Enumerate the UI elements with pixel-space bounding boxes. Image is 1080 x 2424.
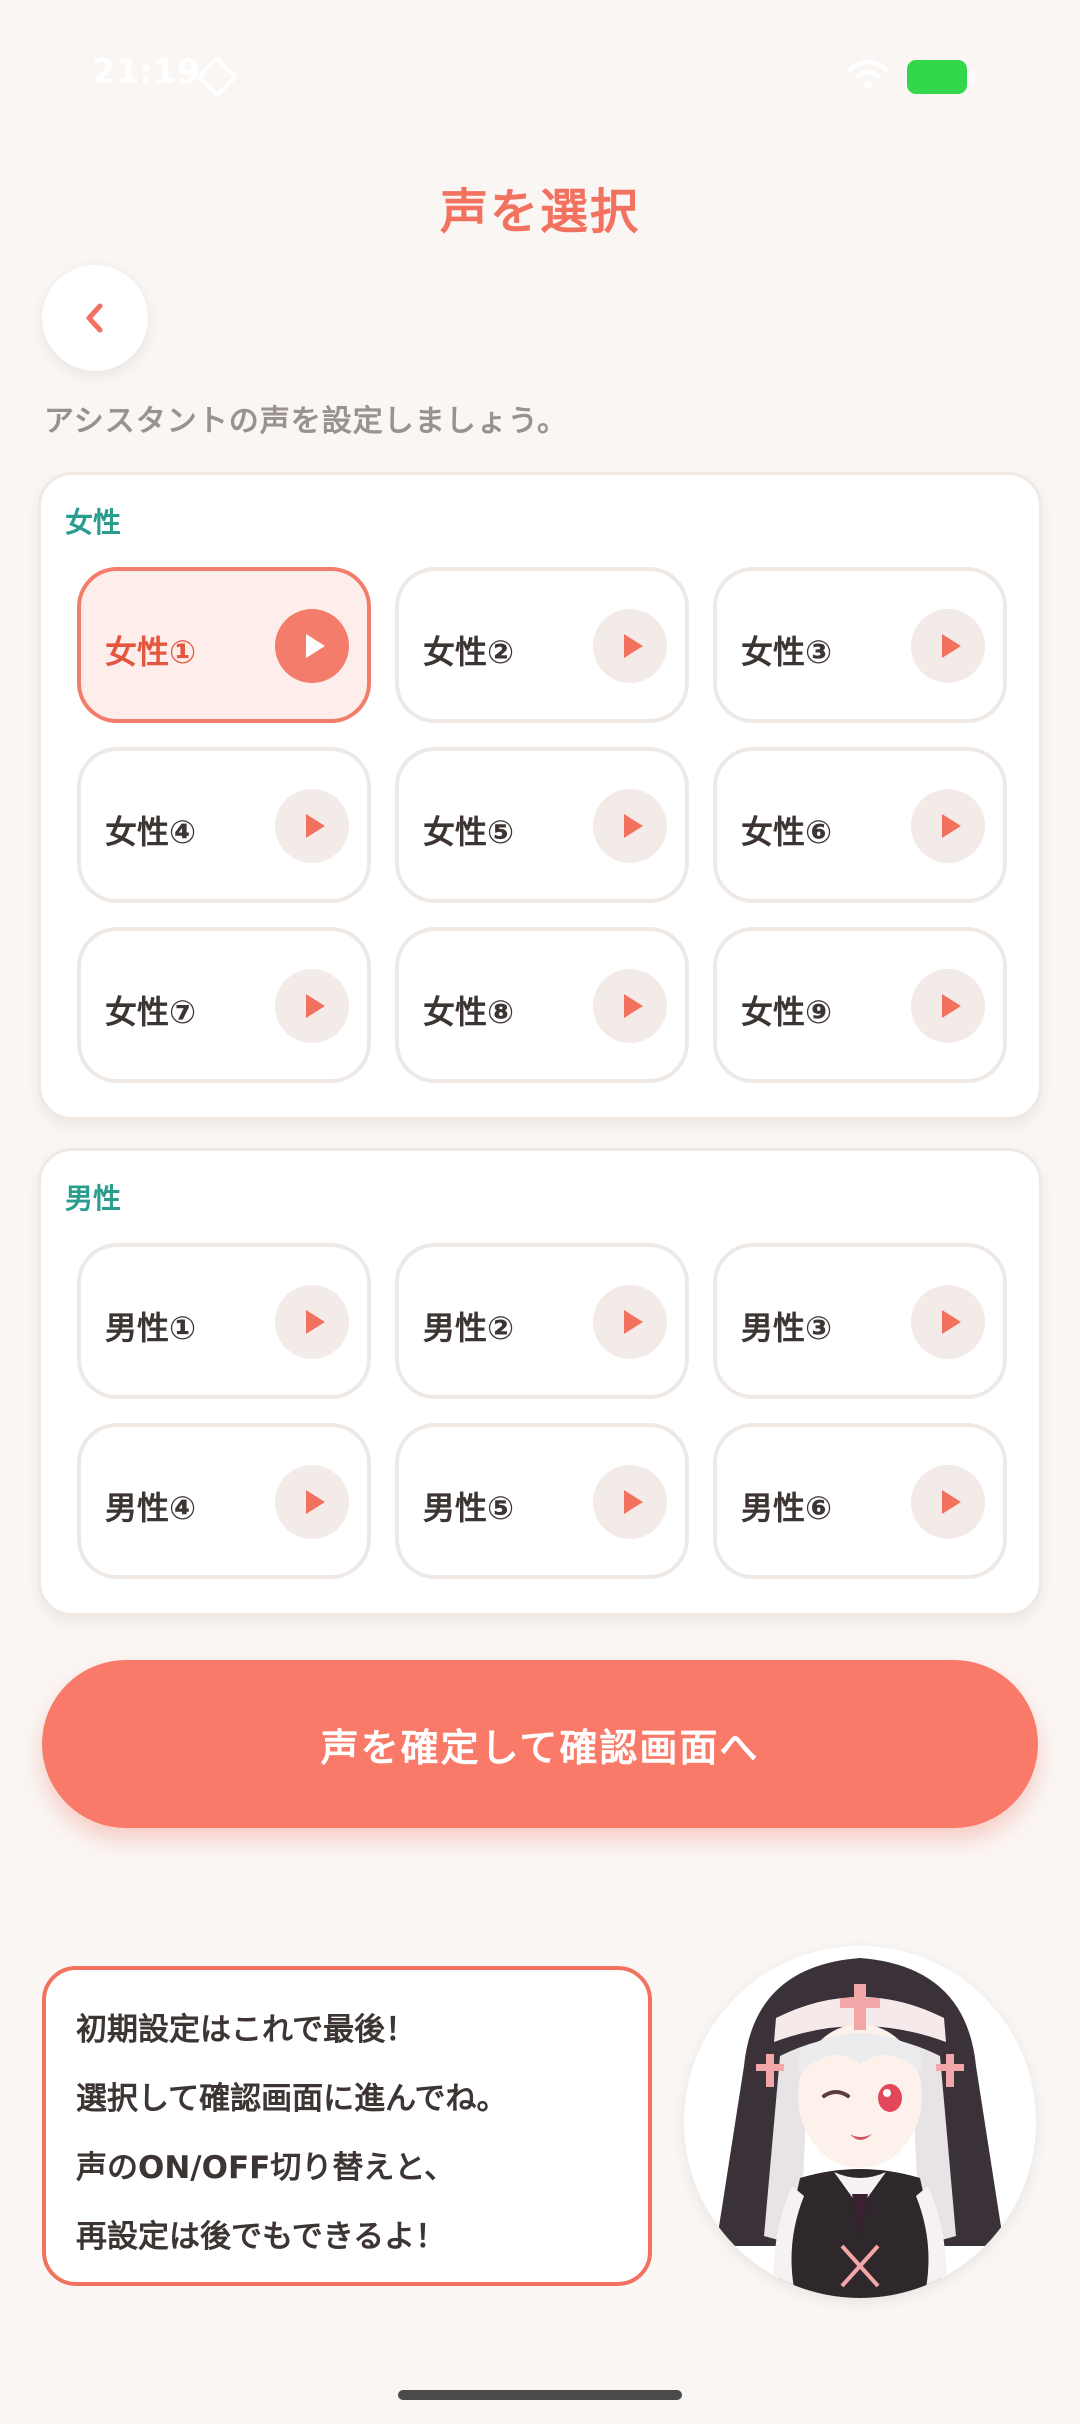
voice-select-screen: 21:19 声を選択 アシスタントの声を設定しましょう。 女性 女性① 女性② xyxy=(0,0,1080,2424)
play-icon xyxy=(305,634,325,658)
voice-option-female-8[interactable]: 女性⑧ xyxy=(395,927,689,1083)
voice-label: 女性⑨ xyxy=(741,993,833,1031)
wifi-icon xyxy=(848,59,888,89)
voice-label: 男性③ xyxy=(741,1309,833,1347)
speech-line: 選択して確認画面に進んでね。 xyxy=(76,2081,508,2117)
voice-label: 女性① xyxy=(105,633,197,671)
voice-option-male-1[interactable]: 男性① xyxy=(77,1243,371,1399)
voice-label: 男性⑥ xyxy=(741,1489,833,1527)
play-icon xyxy=(305,1310,325,1334)
battery-icon xyxy=(907,60,967,94)
assistant-avatar xyxy=(684,1946,1036,2298)
voice-label: 女性③ xyxy=(741,633,833,671)
speech-line: 初期設定はこれで最後！ xyxy=(76,2012,417,2048)
voice-option-female-9[interactable]: 女性⑨ xyxy=(713,927,1007,1083)
voice-option-female-5[interactable]: 女性⑤ xyxy=(395,747,689,903)
section-label-female: 女性 xyxy=(65,506,122,539)
voice-option-female-2[interactable]: 女性② xyxy=(395,567,689,723)
voice-option-male-3[interactable]: 男性③ xyxy=(713,1243,1007,1399)
voice-option-male-4[interactable]: 男性④ xyxy=(77,1423,371,1579)
speech-line: 声のON/OFF切り替えと、 xyxy=(76,2150,456,2186)
battery-tip xyxy=(969,70,975,84)
play-button[interactable] xyxy=(911,789,985,863)
female-voices-card: 女性 女性① 女性② 女性③ 女性④ 女性⑤ 女性⑥ 女性⑦ 女性⑧ 女性⑨ xyxy=(38,472,1042,1120)
chevron-left-icon xyxy=(86,303,103,333)
section-label-male: 男性 xyxy=(65,1182,122,1215)
play-button[interactable] xyxy=(593,609,667,683)
female-voice-grid: 女性① 女性② 女性③ 女性④ 女性⑤ 女性⑥ 女性⑦ 女性⑧ 女性⑨ xyxy=(77,567,1007,1083)
play-button[interactable] xyxy=(275,609,349,683)
voice-option-male-6[interactable]: 男性⑥ xyxy=(713,1423,1007,1579)
voice-label: 女性⑥ xyxy=(741,813,833,851)
play-icon xyxy=(623,1310,643,1334)
voice-option-female-7[interactable]: 女性⑦ xyxy=(77,927,371,1083)
home-indicator[interactable] xyxy=(398,2390,682,2400)
play-button[interactable] xyxy=(275,1465,349,1539)
play-button[interactable] xyxy=(275,789,349,863)
voice-option-female-4[interactable]: 女性④ xyxy=(77,747,371,903)
status-time: 21:19 xyxy=(92,52,201,92)
play-button[interactable] xyxy=(593,1465,667,1539)
play-icon xyxy=(305,814,325,838)
speech-line: 再設定は後でもできるよ！ xyxy=(76,2219,447,2255)
play-button[interactable] xyxy=(275,1285,349,1359)
play-button[interactable] xyxy=(911,1285,985,1359)
play-icon xyxy=(305,1490,325,1514)
voice-option-male-2[interactable]: 男性② xyxy=(395,1243,689,1399)
male-voices-card: 男性 男性① 男性② 男性③ 男性④ 男性⑤ 男性⑥ xyxy=(38,1148,1042,1616)
play-button[interactable] xyxy=(275,969,349,1043)
status-bar: 21:19 xyxy=(0,0,1080,150)
play-icon xyxy=(941,634,961,658)
play-icon xyxy=(941,814,961,838)
play-icon xyxy=(623,634,643,658)
voice-option-male-5[interactable]: 男性⑤ xyxy=(395,1423,689,1579)
play-icon xyxy=(941,1310,961,1334)
play-button[interactable] xyxy=(911,1465,985,1539)
confirm-button-label: 声を確定して確認画面へ xyxy=(320,1725,760,1770)
play-button[interactable] xyxy=(593,1285,667,1359)
voice-label: 男性④ xyxy=(105,1489,197,1527)
speech-bubble: 初期設定はこれで最後！ 選択して確認画面に進んでね。 声のON/OFF切り替えと… xyxy=(42,1966,652,2286)
play-button[interactable] xyxy=(593,969,667,1043)
assistant-illustration xyxy=(684,1946,1036,2298)
voice-label: 女性⑦ xyxy=(105,993,197,1031)
voice-option-female-6[interactable]: 女性⑥ xyxy=(713,747,1007,903)
page-title: 声を選択 xyxy=(439,184,640,240)
voice-label: 男性① xyxy=(105,1309,197,1347)
play-icon xyxy=(941,994,961,1018)
play-icon xyxy=(305,994,325,1018)
voice-option-female-3[interactable]: 女性③ xyxy=(713,567,1007,723)
play-icon xyxy=(623,814,643,838)
back-button[interactable] xyxy=(42,265,148,371)
confirm-voice-button[interactable]: 声を確定して確認画面へ xyxy=(42,1660,1038,1828)
voice-label: 男性⑤ xyxy=(423,1489,515,1527)
play-button[interactable] xyxy=(911,609,985,683)
voice-label: 女性⑧ xyxy=(423,993,515,1031)
play-icon xyxy=(941,1490,961,1514)
voice-label: 女性② xyxy=(423,633,515,671)
voice-label: 男性② xyxy=(423,1309,515,1347)
voice-label: 女性④ xyxy=(105,813,197,851)
play-icon xyxy=(623,994,643,1018)
play-icon xyxy=(623,1490,643,1514)
subtitle: アシスタントの声を設定しましょう。 xyxy=(44,404,568,439)
status-location-icon xyxy=(195,55,239,99)
voice-label: 女性⑤ xyxy=(423,813,515,851)
play-button[interactable] xyxy=(593,789,667,863)
play-button[interactable] xyxy=(911,969,985,1043)
voice-option-female-1[interactable]: 女性① xyxy=(77,567,371,723)
male-voice-grid: 男性① 男性② 男性③ 男性④ 男性⑤ 男性⑥ xyxy=(77,1243,1007,1579)
